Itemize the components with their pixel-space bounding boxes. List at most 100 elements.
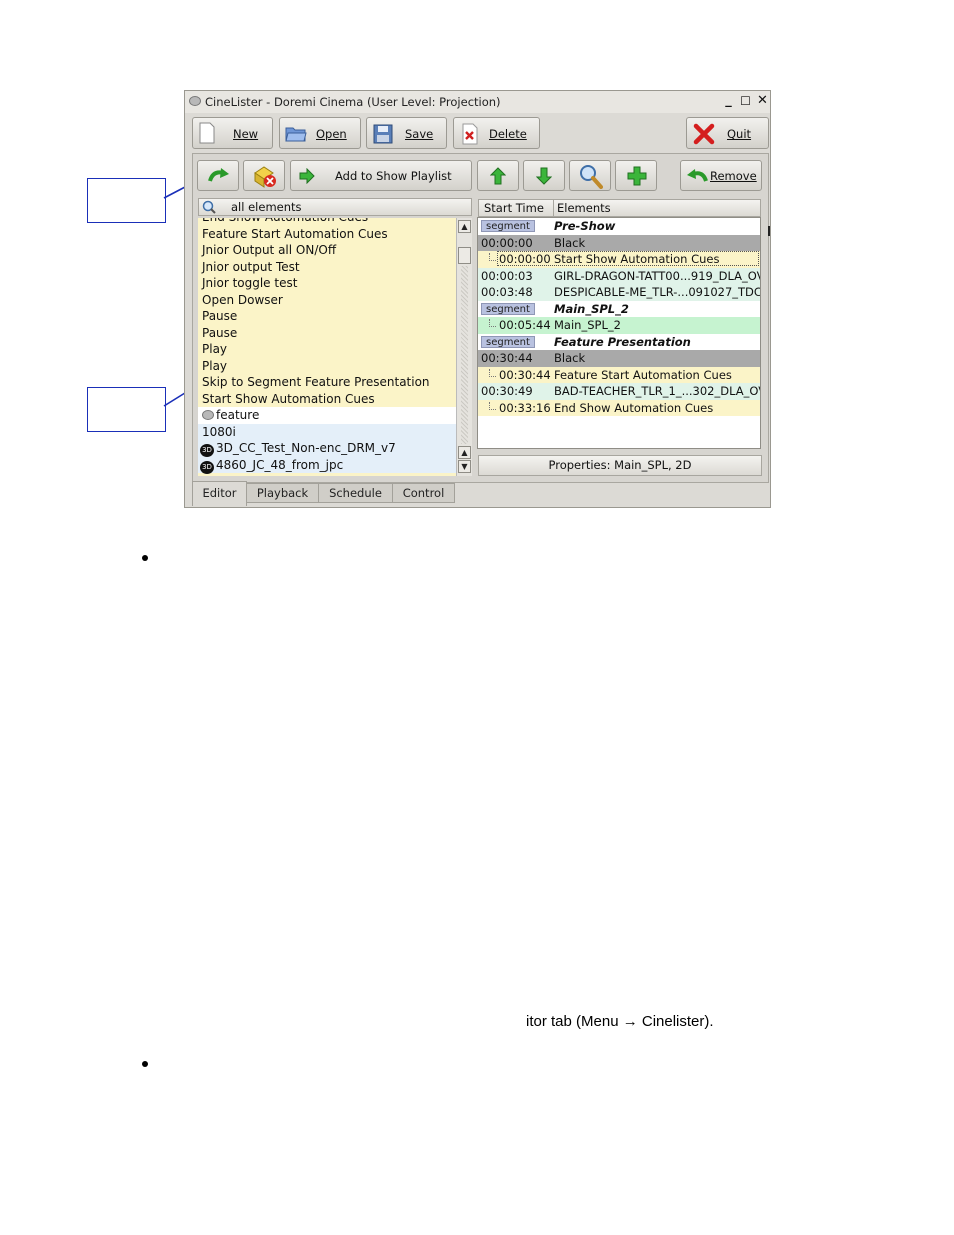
list-item[interactable]: End Show Automation Cues [198,218,456,226]
playlist-row[interactable]: 00:03:48 DESPICABLE-ME_TLR-...091027_TDC [478,284,760,301]
list-item[interactable]: Pause [198,324,456,341]
list-item-label: Jnior toggle test [202,276,298,290]
green-right-arrow-icon [299,168,315,184]
playlist-row[interactable]: 00:30:44 Feature Start Automation Cues [478,366,760,383]
bullet-2 [142,1061,148,1067]
row-element: Feature Start Automation Cues [554,367,732,382]
new-document-icon [199,122,215,144]
add-button[interactable] [615,160,657,191]
scroll-track [461,266,468,444]
list-item[interactable]: Play [198,357,456,374]
playlist-row[interactable]: segment Feature Presentation [478,333,760,350]
tree-connector-icon [489,319,496,327]
tree-connector-icon [489,253,496,261]
list-item[interactable]: Skip to Segment Feature Presentation [198,374,456,391]
list-item-label: Skip to Segment Feature Presentation [202,375,430,389]
playlist-row[interactable]: 00:33:16 End Show Automation Cues [478,399,760,416]
clear-button[interactable] [243,160,285,191]
save-button[interactable]: Save [366,117,447,149]
tree-connector-icon [489,368,496,377]
list-item-label: Jnior output Test [202,259,300,274]
quit-label: Quit [727,127,752,141]
elements-list: End Show Automation Cues Feature Start Au… [198,218,456,476]
list-item[interactable]: Start Show Automation Cues [198,390,456,407]
insert-button[interactable] [197,160,239,191]
segment-badge: segment [481,302,535,315]
selection-outline [497,251,759,266]
search-icon [202,200,216,214]
scroll-down-icon[interactable]: ▼ [458,460,471,473]
list-item[interactable]: Jnior Output all ON/Off [198,242,456,259]
search-button[interactable] [569,160,611,191]
window-title: CineLister - Doremi Cinema (User Level: … [205,95,501,109]
list-item-label: Feature Start Automation Cues [202,226,388,241]
properties-bar[interactable]: Properties: Main_SPL, 2D [478,455,762,476]
save-label: Save [405,127,434,141]
green-plus-icon [627,166,647,186]
row-start-time: 00:30:49 [481,384,533,398]
delete-button[interactable]: Delete [453,117,540,149]
scroll-up-icon[interactable]: ▲ [458,220,471,233]
list-item[interactable]: Jnior output Test [198,258,456,275]
list-item[interactable]: 3D 3D_CC_Test_Non-enc_DRM_v7 [198,440,456,457]
scroll-thumb[interactable] [458,247,471,264]
minimize-button[interactable]: _ [722,94,735,108]
remove-label: Remove [710,169,757,183]
quit-button[interactable]: Quit [686,117,769,149]
move-down-button[interactable] [523,160,565,191]
element-filter[interactable]: all elements [198,198,472,216]
list-item[interactable]: 3D 4860_JC_48_from_jpc [198,456,456,474]
add-to-show-playlist-button[interactable]: Add to Show Playlist [290,160,472,191]
start-time-column-header[interactable]: Start Time [478,199,554,217]
playlist-row[interactable]: 00:30:44 Black [478,350,760,367]
playlist-row[interactable]: 00:00:00 Black [478,234,760,251]
row-start-time: 00:00:03 [481,268,533,283]
playlist-row[interactable]: 00:00:00 Start Show Automation Cues [478,251,760,268]
playlist-row[interactable]: 00:05:44 Main_SPL_2 [478,317,760,334]
list-item[interactable]: Open Dowser [198,291,456,308]
green-up-arrow-icon [490,167,506,185]
playlist-row[interactable]: segment Main_SPL_2 [478,300,760,317]
list-item[interactable]: Jnior toggle test [198,275,456,292]
quit-x-icon [693,123,715,145]
list-item[interactable]: Pause [198,308,456,325]
elements-column-header[interactable]: Elements [553,199,761,217]
row-element: Feature Presentation [554,334,691,349]
row-start-time: 00:00:00 [481,235,533,250]
close-window-button[interactable]: ✕ [756,94,769,108]
maximize-button[interactable]: ☐ [739,94,752,108]
list-item-label: 3D_CC_Test_Non-enc_DRM_v7 [216,441,396,455]
list-item-label: Pause [202,309,238,323]
row-start-time: 00:33:16 [499,400,551,415]
open-button[interactable]: Open [279,117,361,149]
remove-button[interactable]: Remove [680,160,762,191]
playlist-row[interactable]: segment Pre-Show [478,218,760,235]
list-item[interactable]: Feature Start Automation Cues [198,225,456,242]
delete-document-icon [462,123,478,145]
list-item[interactable]: 1080i [198,423,456,440]
playlist-row[interactable]: 00:00:03 GIRL-DRAGON-TATT00...919_DLA_OV [478,267,760,284]
new-button[interactable]: New [192,117,273,149]
scroll-down-arrow-top-icon[interactable]: ▲ [458,446,471,459]
elements-header-label: Elements [557,201,611,215]
row-start-time: 00:30:44 [499,367,551,382]
green-down-arrow-icon [536,167,552,185]
row-element: Main_SPL_2 [554,318,621,332]
list-item[interactable]: feature [198,407,456,424]
list-item[interactable]: Play [198,341,456,358]
show-playlist-grid: segment Pre-Show 00:00:00 Black 00:00:00 Star… [478,218,760,448]
list-scrollbar[interactable]: ▲ ▲ ▼ [456,218,472,476]
row-element: GIRL-DRAGON-TATT00...919_DLA_OV [554,268,760,283]
properties-label: Properties: Main_SPL, 2D [548,458,692,472]
tab-schedule[interactable]: Schedule [318,483,393,503]
green-curved-arrow-icon [208,168,229,182]
3d-badge-icon: 3D [200,460,214,474]
row-start-time: 00:03:48 [481,285,533,299]
list-item-label: feature [216,408,260,422]
tab-editor[interactable]: Editor [192,481,247,506]
move-up-button[interactable] [477,160,519,191]
tree-connector-icon [489,401,496,410]
tab-playback[interactable]: Playback [246,483,319,503]
playlist-row[interactable]: 00:30:49 BAD-TEACHER_TLR_1_...302_DLA_OV [478,383,760,400]
tab-control[interactable]: Control [392,483,455,503]
